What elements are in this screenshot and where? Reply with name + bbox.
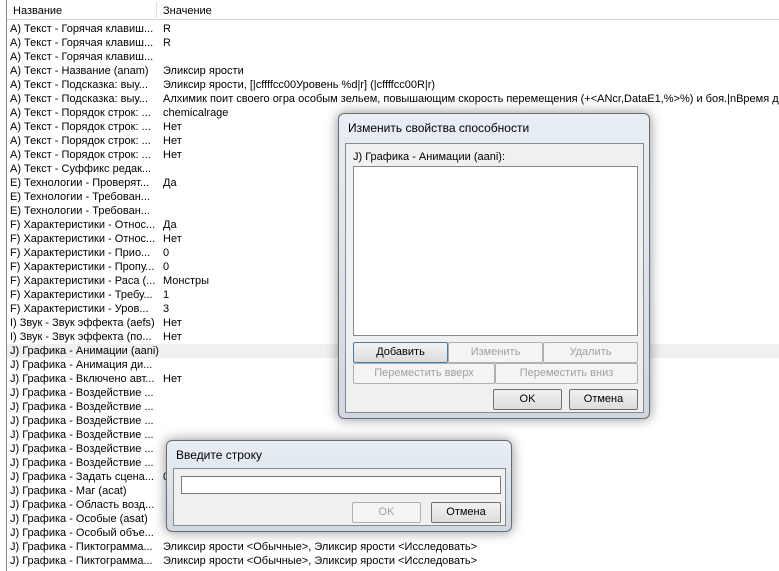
row-value: Нет [163, 149, 182, 161]
row-name: J) Графика - Воздействие ... [10, 387, 154, 399]
row-value: 1 [163, 289, 170, 301]
row-value: 3 [163, 303, 170, 315]
row-name: A) Текст - Подсказка: выу... [10, 93, 148, 105]
row-name: J) Графика - Пиктограмма... [10, 541, 153, 553]
row-name: E) Технологии - Проверят... [10, 177, 150, 189]
row-value: Нет [163, 373, 182, 385]
row-name: A) Текст - Суффикс редак... [10, 163, 152, 175]
row-value: chemicalrage [163, 107, 229, 119]
row-name: J) Графика - Воздействие ... [10, 401, 154, 413]
row-value: Нет [163, 233, 182, 245]
row-name: F) Характеристики - Прио... [10, 247, 151, 259]
row-name: J) Графика - Особые (asat) [10, 513, 148, 525]
row-name: J) Графика - Воздействие ... [10, 457, 154, 469]
dialog-body: J) Графика - Анимации (aani): Добавить И… [345, 143, 644, 413]
row-value: Алхимик поит своего огра особым зельем, … [163, 93, 779, 105]
row-name: F) Характеристики - Раса (... [10, 275, 156, 287]
column-header-value[interactable]: Значение [163, 5, 212, 17]
row-name: J) Графика - Анимация ди... [10, 359, 153, 371]
row-name: A) Текст - Горячая клавиш... [10, 37, 154, 49]
row-name: J) Графика - Воздействие ... [10, 443, 154, 455]
row-value: R [163, 23, 171, 35]
row-name: E) Технологии - Требован... [10, 191, 150, 203]
row-value: Нет [163, 317, 182, 329]
row-value: Да [163, 177, 177, 189]
row-name: F) Характеристики - Пропу... [10, 261, 155, 273]
row-value: 0 [163, 261, 170, 273]
row-name: J) Графика - Включено авт... [10, 373, 155, 385]
row-value: Нет [163, 331, 182, 343]
row-name: A) Текст - Горячая клавиш... [10, 51, 154, 63]
row-name: J) Графика - Воздействие ... [10, 429, 154, 441]
row-name: A) Текст - Порядок строк: ... [10, 149, 151, 161]
row-value: Монстры [163, 275, 210, 287]
list-header: Название Значение [7, 2, 779, 20]
column-header-name[interactable]: Название [13, 5, 62, 17]
row-name: A) Текст - Горячая клавиш... [10, 23, 154, 35]
input-string-dialog: Введите строку OK Отмена [166, 440, 512, 532]
string-input[interactable] [181, 476, 501, 494]
row-value: Нет [163, 121, 182, 133]
table-row[interactable]: A) Текст - Горячая клавиш... R [7, 36, 779, 50]
add-button[interactable]: Добавить [353, 342, 448, 363]
row-name: J) Графика - Пиктограмма... [10, 555, 153, 567]
row-name: A) Текст - Порядок строк: ... [10, 135, 151, 147]
cancel-button[interactable]: Отмена [431, 502, 501, 523]
row-value: Эликсир ярости <Обычные>, Эликсир ярости… [163, 541, 478, 553]
row-value: Да [163, 219, 177, 231]
ok-button[interactable]: OK [352, 502, 421, 523]
row-value: R [163, 37, 171, 49]
table-row[interactable]: A) Текст - Название (anam) Эликсир ярости [7, 64, 779, 78]
move-down-button[interactable]: Переместить вниз [495, 363, 638, 384]
row-name: I) Звук - Звук эффекта (aefs) [10, 317, 155, 329]
dialog-body: OK Отмена [173, 468, 506, 526]
ok-button[interactable]: OK [493, 389, 562, 410]
table-row[interactable]: A) Текст - Горячая клавиш... [7, 50, 779, 64]
row-name: F) Характеристики - Относ... [10, 219, 156, 231]
field-label: J) Графика - Анимации (aani): [353, 151, 505, 163]
row-value: 0 [163, 247, 170, 259]
row-name: F) Характеристики - Уров... [10, 303, 149, 315]
row-value: Эликсир ярости, [|cffffcc00Уровень %d|r]… [163, 79, 436, 91]
row-name: A) Текст - Название (anam) [10, 65, 149, 77]
row-name: J) Графика - Задать сцена... [10, 471, 154, 483]
row-name: A) Текст - Подсказка: выу... [10, 79, 148, 91]
row-name: I) Звук - Звук эффекта (по... [10, 331, 152, 343]
row-name: E) Технологии - Требован... [10, 205, 150, 217]
table-row[interactable]: A) Текст - Горячая клавиш... R [7, 22, 779, 36]
column-divider[interactable] [156, 2, 157, 20]
row-name: J) Графика - Анимации (aani) [10, 345, 159, 357]
delete-button[interactable]: Удалить [543, 342, 638, 363]
row-name: F) Характеристики - Относ... [10, 233, 156, 245]
row-value: Нет [163, 135, 182, 147]
table-row[interactable]: J) Графика - Пиктограмма... Эликсир ярост… [7, 540, 779, 554]
edit-button[interactable]: Изменить [448, 342, 543, 363]
row-name: F) Характеристики - Требу... [10, 289, 153, 301]
table-row[interactable]: A) Текст - Подсказка: выу... Эликсир ярос… [7, 78, 779, 92]
dialog-title: Введите строку [176, 448, 262, 462]
row-value: Эликсир ярости <Обычные>, Эликсир ярости… [163, 555, 478, 567]
cancel-button[interactable]: Отмена [569, 389, 638, 410]
move-up-button[interactable]: Переместить вверх [353, 363, 495, 384]
row-name: J) Графика - Воздействие ... [10, 415, 154, 427]
row-name: J) Графика - Область возд... [10, 499, 155, 511]
row-name: A) Текст - Порядок строк: ... [10, 121, 151, 133]
dialog-title: Изменить свойства способности [348, 121, 530, 135]
table-row[interactable]: A) Текст - Подсказка: выу... Алхимик пои… [7, 92, 779, 106]
edit-ability-dialog: Изменить свойства способности J) Графика… [338, 113, 650, 419]
row-value: Эликсир ярости [163, 65, 244, 77]
row-name: A) Текст - Порядок строк: ... [10, 107, 151, 119]
row-name: J) Графика - Особый объе... [10, 527, 154, 539]
row-name: J) Графика - Маг (acat) [10, 485, 127, 497]
animation-listbox[interactable] [353, 166, 638, 336]
table-row[interactable]: J) Графика - Пиктограмма... Эликсир ярост… [7, 554, 779, 568]
